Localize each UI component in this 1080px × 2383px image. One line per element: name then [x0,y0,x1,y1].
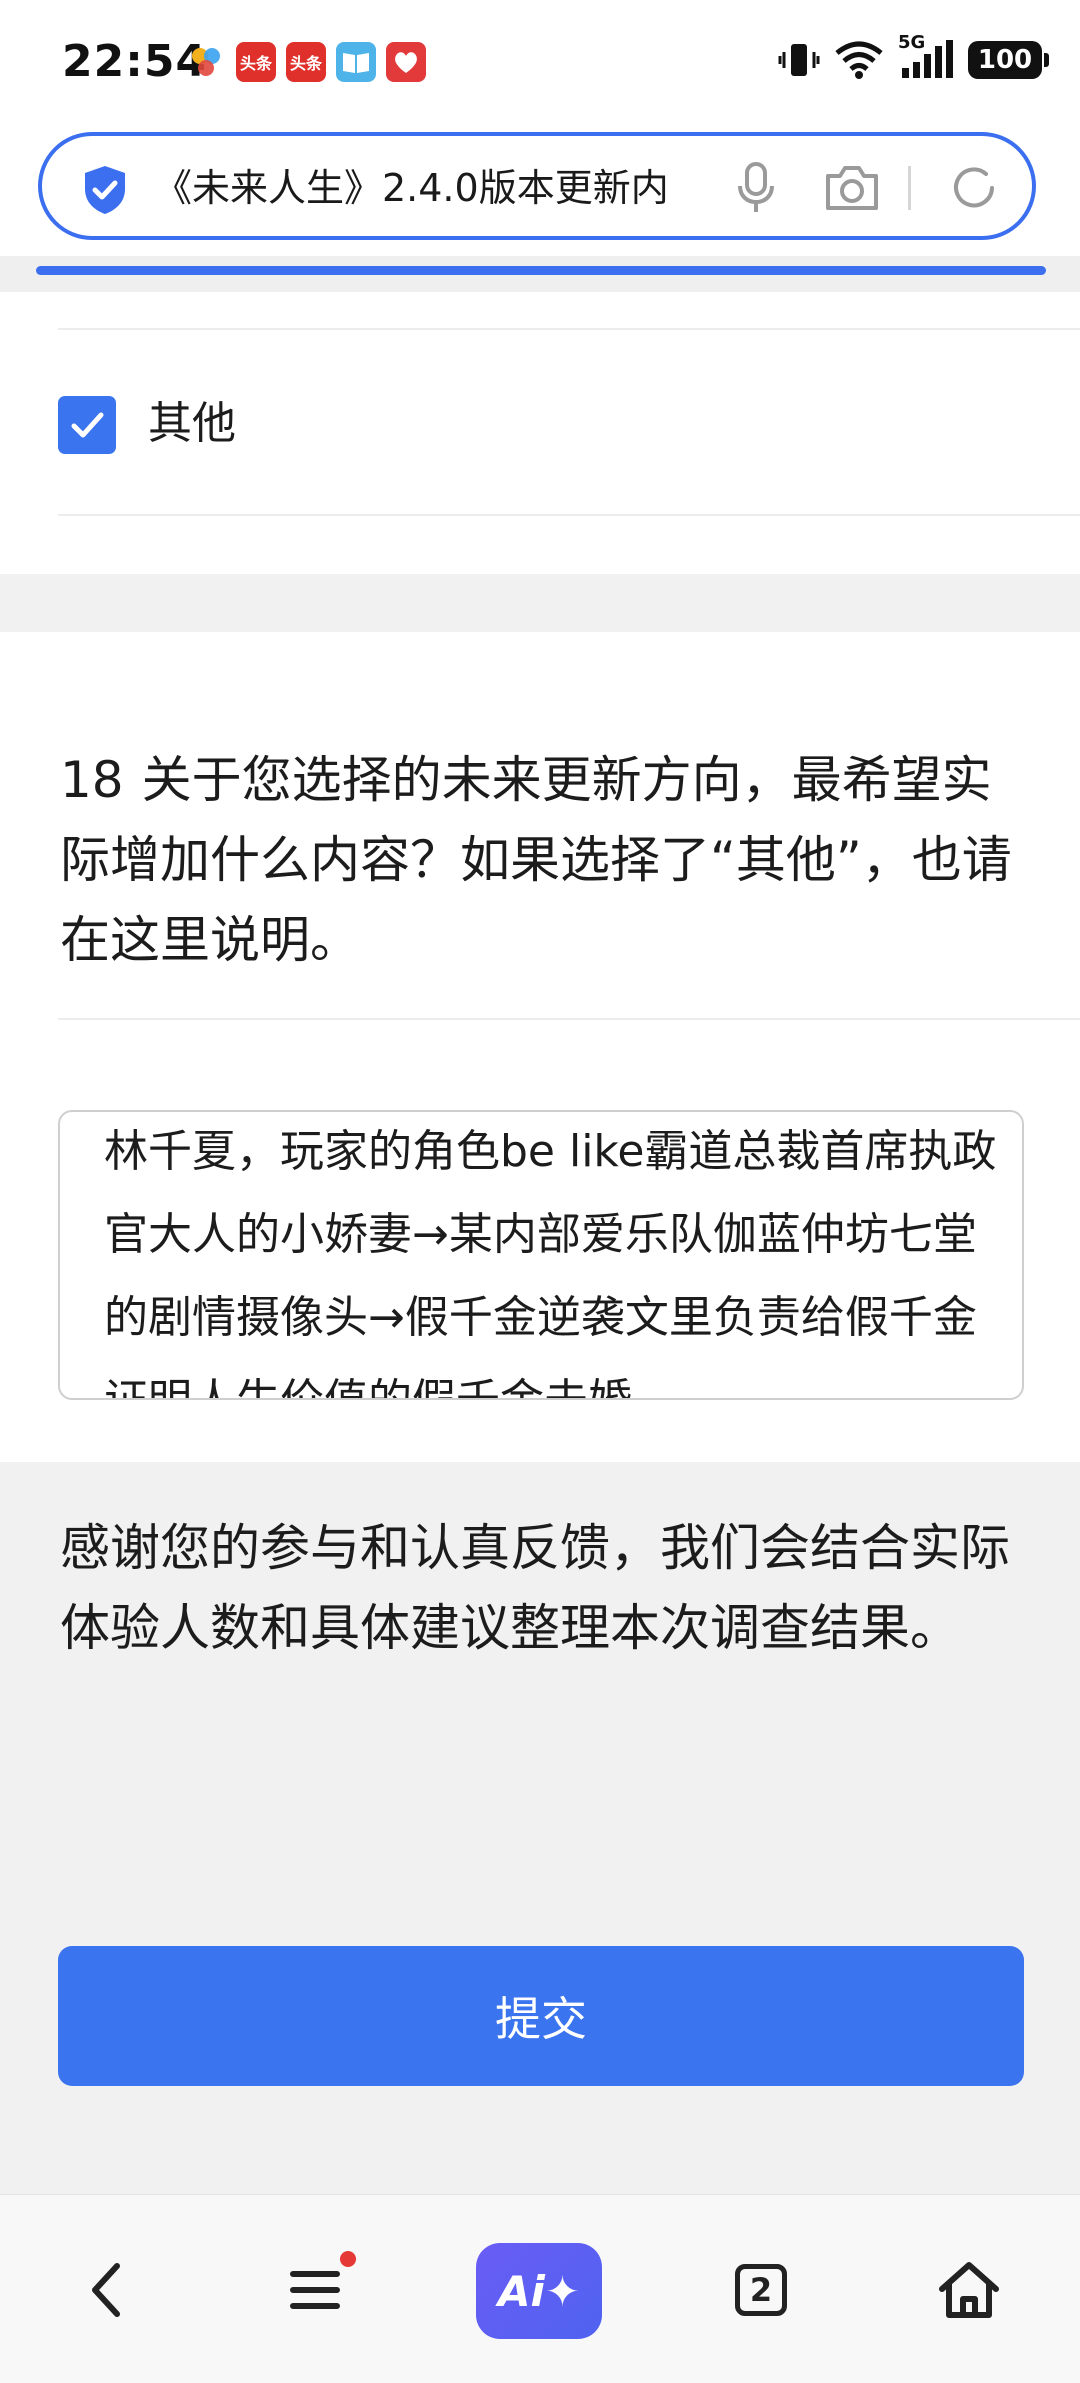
toutiao-app-icon: 头条 [236,42,276,82]
page-load-progress [0,256,1080,292]
options-card: 其他 [0,292,1080,574]
divider [58,1018,1080,1020]
toutiao-label: 头条 [239,54,272,73]
vibrate-icon [778,44,820,76]
address-divider [908,166,911,210]
wifi-icon [835,41,883,79]
tab-count: 2 [749,2271,773,2309]
checkmark-icon [71,412,104,438]
question-card: 18 关于您选择的未来更新方向，最希望实际增加什么内容？如果选择了“其他”，也请在… [0,632,1080,1462]
back-button[interactable] [62,2245,152,2335]
tabs-count-icon: 2 [735,2264,787,2316]
bottom-navigation: Ai✦ 2 [0,2194,1080,2383]
notification-icons: 头条 头条 [186,42,426,82]
system-status-icons: 5G 100 [778,32,1049,82]
microphone-icon[interactable] [730,160,782,216]
option-other-checkbox[interactable] [58,396,116,454]
chevron-left-icon [92,2263,120,2317]
shield-icon[interactable] [82,164,128,216]
toutiao-label-2: 头条 [289,54,322,73]
status-bar: 22:54 头条 头条 5G 100 [0,0,1080,124]
question-number: 18 [60,751,124,809]
camera-icon[interactable] [822,162,882,214]
gift-heart-app-icon [386,42,426,82]
answer-textarea[interactable]: 林千夏，玩家的角色be like霸道总裁首席执政官大人的小娇妻→某内部爱乐队伽蓝… [58,1110,1024,1400]
book-app-icon [336,42,376,82]
question-title: 18 关于您选择的未来更新方向，最希望实际增加什么内容？如果选择了“其他”，也请在… [60,740,1020,980]
browser-toolbar: 《未来人生》2.4.0版本更新内 [0,124,1080,256]
ai-assistant-button[interactable]: Ai✦ [476,2243,602,2339]
ai-label: Ai✦ [497,2266,581,2316]
address-bar[interactable]: 《未来人生》2.4.0版本更新内 [38,132,1036,240]
submit-label: 提交 [495,1992,587,2046]
answer-text[interactable]: 林千夏，玩家的角色be like霸道总裁首席执政官大人的小娇妻→某内部爱乐队伽蓝… [104,1112,1004,1398]
option-other-label[interactable]: 其他 [148,392,236,456]
question-text: 关于您选择的未来更新方向，最希望实际增加什么内容？如果选择了“其他”，也请在这里… [60,751,1012,969]
submit-button[interactable]: 提交 [58,1946,1024,2086]
home-button[interactable] [924,2245,1014,2335]
menu-icon [290,2271,340,2309]
home-icon [939,2262,999,2318]
battery-icon: 100 [968,41,1049,79]
thanks-message: 感谢您的参与和认真反馈，我们会结合实际体验人数和具体建议整理本次调查结果。 [60,1519,1010,1657]
progress-fill [36,266,1046,275]
battery-level: 100 [977,45,1033,75]
toutiao-app-icon-2: 头条 [286,42,326,82]
cellular-signal-icon: 5G [898,32,954,82]
notification-dot [340,2251,356,2267]
refresh-icon[interactable] [946,160,1002,216]
tabs-button[interactable]: 2 [716,2245,806,2335]
url-text[interactable]: 《未来人生》2.4.0版本更新内 [154,160,734,216]
colorful-app-icon [186,42,226,82]
divider [58,328,1080,330]
divider [58,514,1080,516]
